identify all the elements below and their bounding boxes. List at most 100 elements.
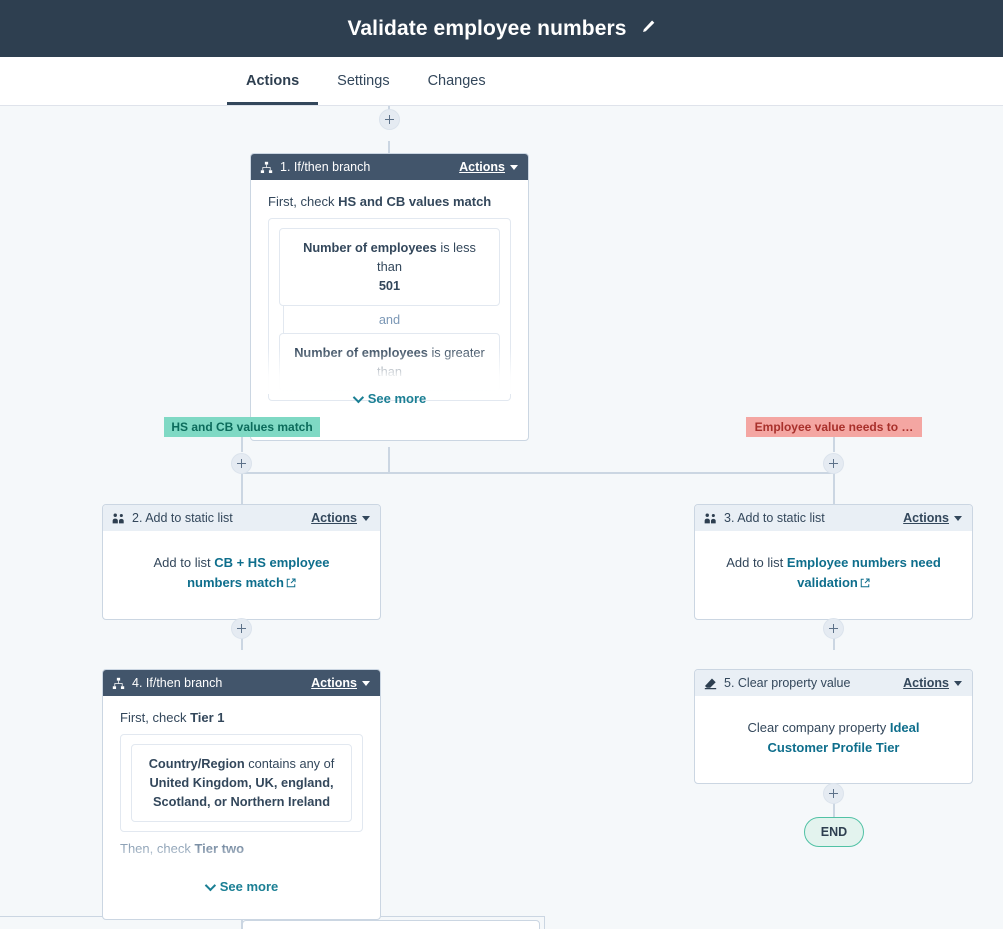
card-2-actions-label: Actions <box>311 511 357 525</box>
card-3-actions-menu[interactable]: Actions <box>903 511 962 525</box>
card-4-condition-operator: contains any of <box>245 756 335 771</box>
card-4-see-more-button[interactable]: See more <box>103 879 380 894</box>
card-5-actions-label: Actions <box>903 676 949 690</box>
card-4-title: 4. If/then branch <box>132 676 311 690</box>
eraser-icon <box>704 677 717 690</box>
card-1-condition-2-property: Number of employees <box>294 345 428 360</box>
pencil-icon[interactable] <box>641 19 656 39</box>
card-4-actions-menu[interactable]: Actions <box>311 676 370 690</box>
card-4-header: 4. If/then branch Actions <box>103 670 380 696</box>
card-1-condition-2: Number of employees is greater than <box>279 333 500 391</box>
card-4-body: First, check Tier 1 Country/Region conta… <box>103 696 380 919</box>
workflow-card-4[interactable]: 4. If/then branch Actions First, check T… <box>102 669 381 920</box>
end-badge-label: END <box>821 825 847 839</box>
card-1-lead-prefix: First, check <box>268 194 338 209</box>
card-5-actions-menu[interactable]: Actions <box>903 676 962 690</box>
connector-line <box>833 803 835 818</box>
workflow-card-2[interactable]: 2. Add to static list Actions Add to lis… <box>102 504 381 620</box>
connector-line <box>388 141 390 153</box>
tab-bar: Actions Settings Changes <box>0 57 1003 106</box>
page-title: Validate employee numbers <box>347 17 626 41</box>
people-group-icon <box>704 512 717 525</box>
add-step-button[interactable] <box>823 453 844 474</box>
card-1-lead: First, check HS and CB values match <box>268 194 511 209</box>
workflow-card-partial[interactable] <box>242 920 540 929</box>
branch-label-false-text: Employee value needs to … <box>755 420 914 434</box>
tab-actions[interactable]: Actions <box>227 57 318 105</box>
card-1-condition-group: Number of employees is less than 501 and… <box>268 218 511 401</box>
add-step-button[interactable] <box>823 618 844 639</box>
add-step-button[interactable] <box>231 453 252 474</box>
chevron-down-icon <box>954 681 962 686</box>
card-4-actions-label: Actions <box>311 676 357 690</box>
chevron-down-icon <box>362 516 370 521</box>
workflow-card-5[interactable]: 5. Clear property value Actions Clear co… <box>694 669 973 784</box>
card-1-lead-name: HS and CB values match <box>338 194 491 209</box>
card-3-body: Add to list Employee numbers need valida… <box>695 531 972 619</box>
card-4-condition-group: Country/Region contains any of United Ki… <box>120 734 363 832</box>
card-1-header: 1. If/then branch Actions <box>251 154 528 180</box>
branch-tree-icon <box>260 161 273 174</box>
connector-line <box>241 638 243 650</box>
card-1-see-more-label: See more <box>368 391 427 406</box>
card-2-body: Add to list CB + HS employee numbers mat… <box>103 531 380 619</box>
card-4-then-name: Tier two <box>194 841 244 856</box>
card-5-title: 5. Clear property value <box>724 676 903 690</box>
card-4-condition-1: Country/Region contains any of United Ki… <box>131 744 352 822</box>
add-step-button[interactable] <box>231 618 252 639</box>
add-step-button[interactable] <box>379 109 400 130</box>
connector-line <box>388 447 390 473</box>
tab-settings[interactable]: Settings <box>318 57 408 105</box>
card-2-title: 2. Add to static list <box>132 511 311 525</box>
connector-line <box>833 437 835 452</box>
workflow-card-3[interactable]: 3. Add to static list Actions Add to lis… <box>694 504 973 620</box>
card-1-condition-1-value: 501 <box>379 278 400 293</box>
card-2-description: Add to list CB + HS employee numbers mat… <box>127 553 356 593</box>
tab-changes-label: Changes <box>428 73 486 89</box>
card-4-then-line: Then, check Tier two <box>120 841 363 856</box>
card-2-prefix: Add to list <box>154 555 215 570</box>
tab-changes[interactable]: Changes <box>409 57 505 105</box>
end-badge: END <box>804 817 864 847</box>
card-2-header: 2. Add to static list Actions <box>103 505 380 531</box>
tab-settings-label: Settings <box>337 73 389 89</box>
card-1-actions-menu[interactable]: Actions <box>459 160 518 174</box>
card-4-condition-values: United Kingdom, UK, england, Scotland, o… <box>149 775 333 809</box>
card-5-prefix: Clear company property <box>748 720 890 735</box>
card-4-lead-prefix: First, check <box>120 710 190 725</box>
branch-label-true[interactable]: HS and CB values match <box>164 417 320 437</box>
card-3-actions-label: Actions <box>903 511 949 525</box>
card-4-lead-name: Tier 1 <box>190 710 224 725</box>
card-3-description: Add to list Employee numbers need valida… <box>719 553 948 593</box>
card-1-title: 1. If/then branch <box>280 160 459 174</box>
add-step-button[interactable] <box>823 783 844 804</box>
chevron-down-icon <box>204 879 215 890</box>
workflow-card-1[interactable]: 1. If/then branch Actions First, check H… <box>250 153 529 441</box>
external-link-icon <box>860 574 870 594</box>
card-3-prefix: Add to list <box>726 555 787 570</box>
card-4-condition-property: Country/Region <box>149 756 245 771</box>
card-1-see-more-button[interactable]: See more <box>251 391 528 406</box>
card-5-body: Clear company property Ideal Customer Pr… <box>695 696 972 783</box>
connector-line <box>241 437 243 452</box>
branch-label-true-text: HS and CB values match <box>171 420 312 434</box>
card-5-header: 5. Clear property value Actions <box>695 670 972 696</box>
chevron-down-icon <box>362 681 370 686</box>
branch-tree-icon <box>112 677 125 690</box>
card-3-header: 3. Add to static list Actions <box>695 505 972 531</box>
workflow-canvas[interactable]: 1. If/then branch Actions First, check H… <box>0 106 1003 929</box>
chevron-down-icon <box>352 391 363 402</box>
card-1-actions-label: Actions <box>459 160 505 174</box>
card-2-actions-menu[interactable]: Actions <box>311 511 370 525</box>
card-1-condition-1: Number of employees is less than 501 <box>279 228 500 306</box>
chevron-down-icon <box>510 165 518 170</box>
connector-line <box>833 638 835 650</box>
card-3-list-link[interactable]: Employee numbers need validation <box>787 555 941 590</box>
tab-actions-label: Actions <box>246 73 299 89</box>
branch-label-false[interactable]: Employee value needs to … <box>746 417 922 437</box>
app-header: Validate employee numbers <box>0 0 1003 57</box>
chevron-down-icon <box>954 516 962 521</box>
card-1-condition-1-property: Number of employees <box>303 240 437 255</box>
card-4-see-more-label: See more <box>220 879 279 894</box>
people-group-icon <box>112 512 125 525</box>
